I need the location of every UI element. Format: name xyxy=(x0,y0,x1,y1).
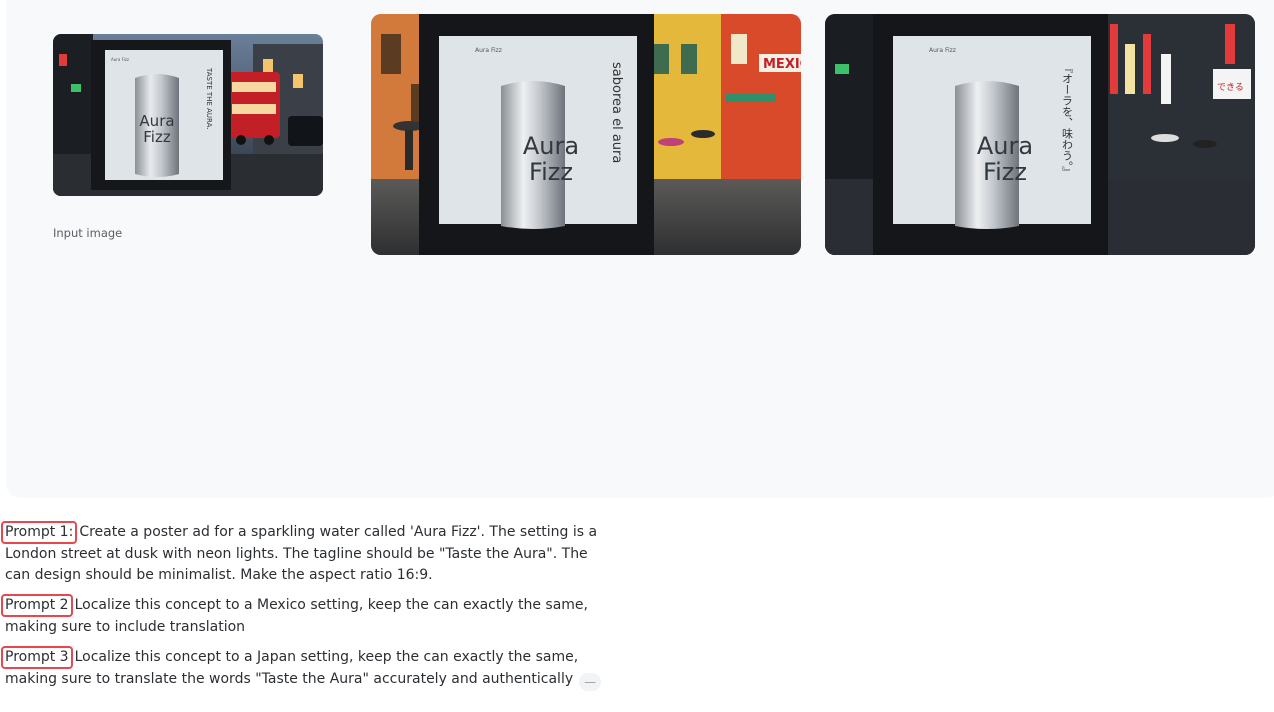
input-image-london[interactable]: Aura Fizz Aura Fizz TASTE THE AURA. xyxy=(53,34,323,196)
poster-brand-small: Aura Fizz xyxy=(111,57,129,62)
poster-brand-line1: Aura xyxy=(977,132,1033,160)
poster-brand-line1: Aura xyxy=(523,132,579,160)
london-poster-image: Aura Fizz Aura Fizz TASTE THE AURA. xyxy=(53,34,323,196)
shop-sign-text: できる xyxy=(1217,82,1244,93)
poster-brand-small: Aura Fizz xyxy=(929,47,956,54)
poster-brand-line2: Fizz xyxy=(143,128,171,146)
poster-tagline: 『オーラを、味わう。』 xyxy=(1061,62,1074,178)
prompt-2-text: Localize this concept to a Mexico settin… xyxy=(5,597,588,635)
mexico-poster-image: MEXICA Aura Fizz Aura Fizz saborea el au… xyxy=(371,14,801,255)
output-image-japan[interactable]: できる Aura Fizz Aura Fizz 『オーラを、味わう。』 xyxy=(825,14,1255,255)
prompt-1-label: Prompt 1: xyxy=(1,521,78,544)
prompt-1-text: Create a poster ad for a sparkling water… xyxy=(5,524,598,583)
prompt-2: Prompt 2 Localize this concept to a Mexic… xyxy=(1,594,615,638)
collapse-icon[interactable]: — xyxy=(579,673,602,691)
japan-poster-image: できる Aura Fizz Aura Fizz 『オーラを、味わう。』 xyxy=(825,14,1255,255)
prompt-2-label: Prompt 2 xyxy=(1,594,73,617)
poster-tagline: TASTE THE AURA. xyxy=(205,67,213,129)
prompt-3: Prompt 3 Localize this concept to a Japan… xyxy=(1,646,615,691)
input-image-caption: Input image xyxy=(53,226,123,240)
poster-brand-line2: Fizz xyxy=(529,158,573,186)
output-image-mexico[interactable]: MEXICA Aura Fizz Aura Fizz saborea el au… xyxy=(371,14,801,255)
prompt-3-label: Prompt 3 xyxy=(1,646,73,669)
prompt-1: Prompt 1: Create a poster ad for a sparkl… xyxy=(1,521,615,586)
prompt-list: Prompt 1: Create a poster ad for a sparkl… xyxy=(1,521,615,699)
poster-tagline: saborea el aura xyxy=(609,62,624,163)
poster-brand-line2: Fizz xyxy=(983,158,1027,186)
poster-brand-small: Aura Fizz xyxy=(475,47,502,54)
prompt-3-text: Localize this concept to a Japan setting… xyxy=(5,649,579,687)
shop-sign-text: MEXICA xyxy=(763,57,801,72)
